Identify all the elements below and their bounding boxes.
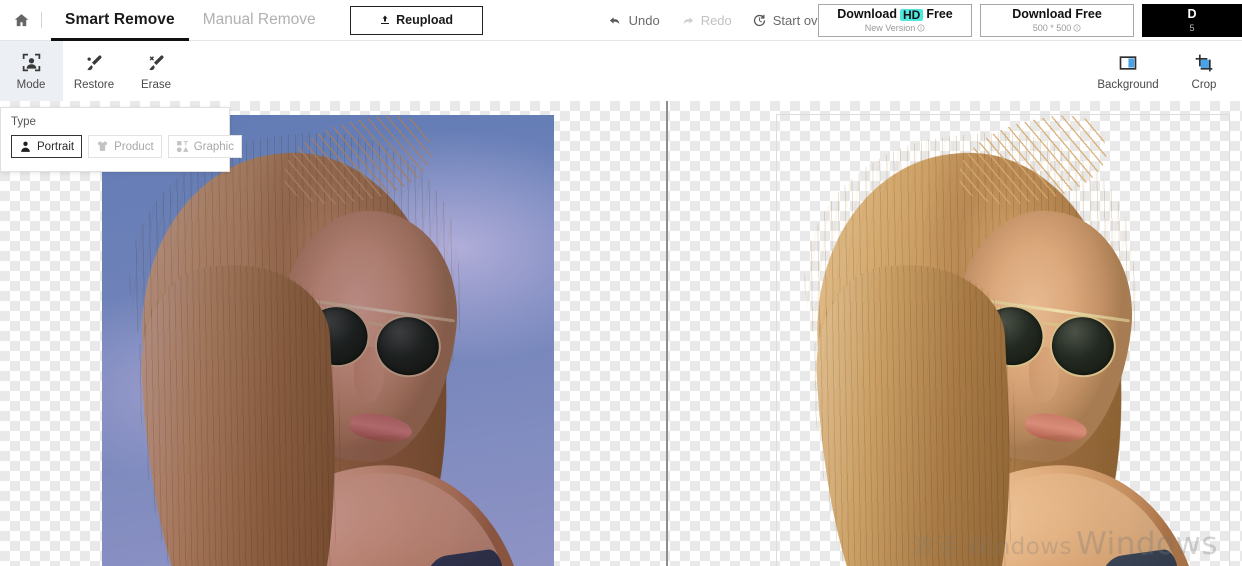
reupload-label: Reupload [396,13,454,27]
download-hd-subtext: New Version [864,22,916,33]
person-bust-icon [21,141,30,152]
type-popup: Type Portrait Product Graphic [0,107,242,172]
type-option-graphic[interactable]: Graphic [167,135,242,158]
result-image-pane[interactable] [668,101,1242,566]
download-premium-label: D [1187,7,1197,22]
type-option-portrait[interactable]: Portrait [11,135,83,158]
tab-smart-remove-label: Smart Remove [65,11,175,28]
face-detect-icon [21,52,42,74]
tool-background-label: Background [1097,78,1159,91]
lens-right [1045,310,1120,382]
download-hd-free-line2: New Version [864,22,926,33]
info-circle-icon [917,24,925,32]
download-premium-button[interactable]: D 5 [1142,4,1242,37]
hd-badge: HD [899,8,924,21]
result-image [776,114,1230,566]
clock-revert-icon [753,14,765,26]
hair-front-strands [132,260,352,566]
tab-smart-remove[interactable]: Smart Remove [51,0,189,41]
redo-label: Redo [700,12,732,28]
download-free-line1: Download Free [1012,8,1102,21]
type-option-portrait-label: Portrait [37,140,75,153]
download-free-label: Download Free [1012,7,1102,22]
header-divider [41,12,42,28]
history-controls: Undo Redo Start over [608,13,829,28]
info-circle-icon [1073,24,1081,32]
tool-restore-label: Restore [73,78,115,91]
editor-toolbar: Mode Restore Erase Background Crop [0,41,1242,101]
undo-label: Undo [628,12,660,28]
download-premium-line1: D [1187,8,1196,21]
hair-front-strands [807,260,1027,566]
tab-manual-remove-label: Manual Remove [202,11,316,28]
download-hd-free-button[interactable]: Download HD Free New Version [818,4,972,37]
original-image [102,115,554,566]
glasses-bridge [367,321,384,327]
glasses-bridge [1042,321,1059,327]
download-free-line2: 500 * 500 [1032,22,1082,33]
upload-icon [381,15,390,24]
download-buttons: Download HD Free New Version Download Fr… [818,4,1242,37]
download-free-button[interactable]: Download Free 500 * 500 [980,4,1134,37]
type-option-graphic-label: Graphic [193,140,234,153]
tool-restore[interactable]: Restore [63,41,125,101]
app-root: Smart Remove Manual Remove Reupload Undo [0,0,1242,566]
type-options: Portrait Product Graphic [11,135,242,158]
tool-crop[interactable]: Crop [1166,41,1242,101]
tool-erase[interactable]: Erase [125,41,187,101]
reupload-button[interactable]: Reupload [349,5,483,35]
download-premium-subtext: 5 [1189,22,1195,33]
tshirt-icon [97,141,108,151]
crop-icon [1194,52,1214,74]
tab-manual-remove[interactable]: Manual Remove [189,0,330,41]
tool-crop-label: Crop [1191,78,1217,91]
download-free-size: 500 * 500 [1032,22,1072,33]
lens-right [370,310,445,382]
tool-erase-label: Erase [140,78,172,91]
tool-mode[interactable]: Mode [0,41,62,101]
home-icon[interactable] [6,5,36,35]
type-option-product[interactable]: Product [88,135,162,158]
download-hd-free-line1: Download HD Free [837,7,953,22]
redo-arrow-icon [683,16,693,24]
background-split-icon [1118,52,1138,74]
redo-button[interactable]: Redo [680,13,732,28]
type-option-product-label: Product [114,140,154,153]
undo-button[interactable]: Undo [608,13,660,28]
brush-restore-icon [84,52,104,74]
tool-mode-label: Mode [16,78,46,91]
download-premium-line2: 5 [1189,22,1195,33]
brush-erase-icon [146,52,166,74]
download-hd-prefix: Download [837,7,897,22]
type-popup-title: Type [11,116,36,128]
download-hd-suffix: Free [926,7,953,22]
tool-background[interactable]: Background [1090,41,1166,101]
app-header: Smart Remove Manual Remove Reupload Undo [0,0,1242,41]
undo-arrow-icon [609,16,619,24]
shapes-grid-icon [176,141,189,153]
